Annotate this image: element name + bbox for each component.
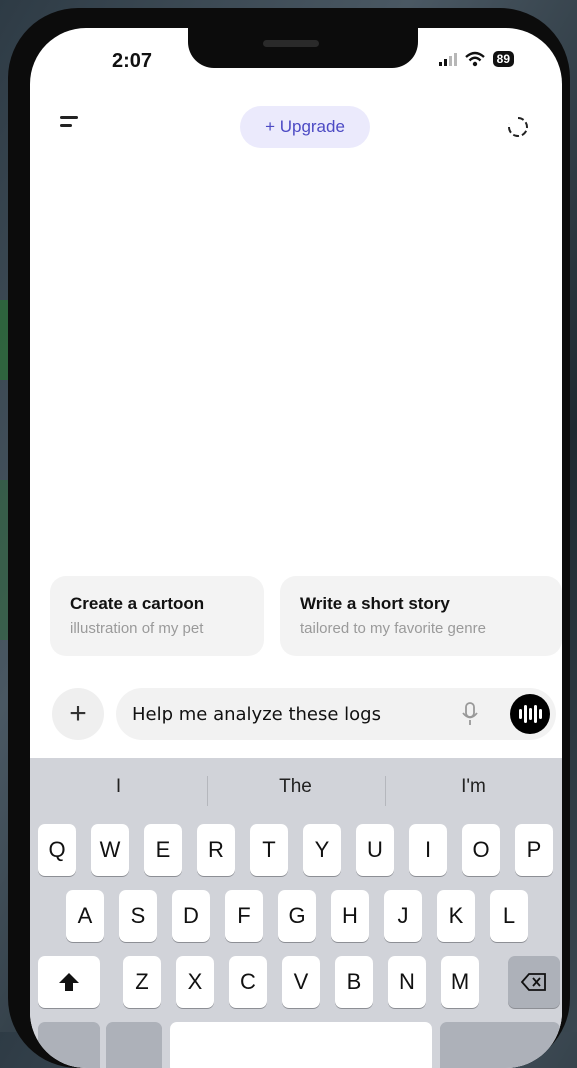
key-o[interactable]: O [462, 824, 500, 876]
emoji-key[interactable] [106, 1022, 162, 1068]
key-q[interactable]: Q [38, 824, 76, 876]
key-j[interactable]: J [384, 890, 422, 942]
microphone-icon[interactable] [462, 702, 478, 726]
prediction-item[interactable]: I'm [385, 776, 562, 798]
key-a[interactable]: A [66, 890, 104, 942]
speaker-grille [263, 40, 319, 47]
message-input-value: Help me analyze these logs [132, 704, 381, 725]
battery-indicator: 89 [492, 51, 514, 67]
numbers-key[interactable] [38, 1022, 100, 1068]
status-icons: 89 [438, 51, 514, 67]
suggestion-card-story[interactable]: Write a short story tailored to my favor… [280, 576, 562, 656]
screen: 2:07 89 + Upgrade Create a cartoon illus… [30, 28, 562, 1068]
key-p[interactable]: P [515, 824, 553, 876]
space-key[interactable] [170, 1022, 432, 1068]
key-d[interactable]: D [172, 890, 210, 942]
wifi-icon [464, 51, 485, 67]
key-f[interactable]: F [225, 890, 263, 942]
key-x[interactable]: X [176, 956, 214, 1008]
keyboard: I The I'm Q W E R T Y U I O P A S D F G … [30, 758, 562, 1068]
key-i[interactable]: I [409, 824, 447, 876]
plus-icon: + [69, 697, 87, 730]
prediction-item[interactable]: I [30, 776, 207, 798]
suggestion-title: Create a cartoon [70, 594, 205, 613]
shift-key[interactable] [38, 956, 100, 1008]
backspace-icon [521, 973, 546, 991]
key-u[interactable]: U [356, 824, 394, 876]
key-k[interactable]: K [437, 890, 475, 942]
attach-button[interactable]: + [52, 688, 104, 740]
key-s[interactable]: S [119, 890, 157, 942]
new-chat-icon[interactable] [506, 115, 530, 139]
suggestion-card-cartoon[interactable]: Create a cartoon illustration of my pet [50, 576, 264, 656]
key-g[interactable]: G [278, 890, 316, 942]
upgrade-button[interactable]: + Upgrade [240, 106, 370, 148]
key-v[interactable]: V [282, 956, 320, 1008]
dynamic-notch [188, 28, 418, 68]
key-t[interactable]: T [250, 824, 288, 876]
key-r[interactable]: R [197, 824, 235, 876]
key-e[interactable]: E [144, 824, 182, 876]
prediction-item[interactable]: The [207, 776, 384, 798]
key-y[interactable]: Y [303, 824, 341, 876]
backspace-key[interactable] [508, 956, 560, 1008]
key-c[interactable]: C [229, 956, 267, 1008]
suggestion-subtitle: tailored to my favorite genre [300, 620, 486, 637]
key-l[interactable]: L [490, 890, 528, 942]
key-h[interactable]: H [331, 890, 369, 942]
key-m[interactable]: M [441, 956, 479, 1008]
cellular-signal-icon [438, 52, 457, 66]
status-time: 2:07 [112, 50, 153, 72]
suggestion-subtitle: illustration of my pet [70, 620, 204, 637]
predictive-bar: I The I'm [30, 758, 562, 820]
key-z[interactable]: Z [123, 956, 161, 1008]
return-key[interactable] [440, 1022, 560, 1068]
message-input[interactable]: Help me analyze these logs [116, 688, 556, 740]
voice-mode-button[interactable] [510, 694, 550, 734]
key-n[interactable]: N [388, 956, 426, 1008]
shift-arrow-icon [59, 973, 79, 991]
phone-frame: 2:07 89 + Upgrade Create a cartoon illus… [8, 8, 570, 1068]
key-w[interactable]: W [91, 824, 129, 876]
key-b[interactable]: B [335, 956, 373, 1008]
menu-icon[interactable] [60, 116, 80, 132]
suggestion-title: Write a short story [300, 594, 450, 613]
